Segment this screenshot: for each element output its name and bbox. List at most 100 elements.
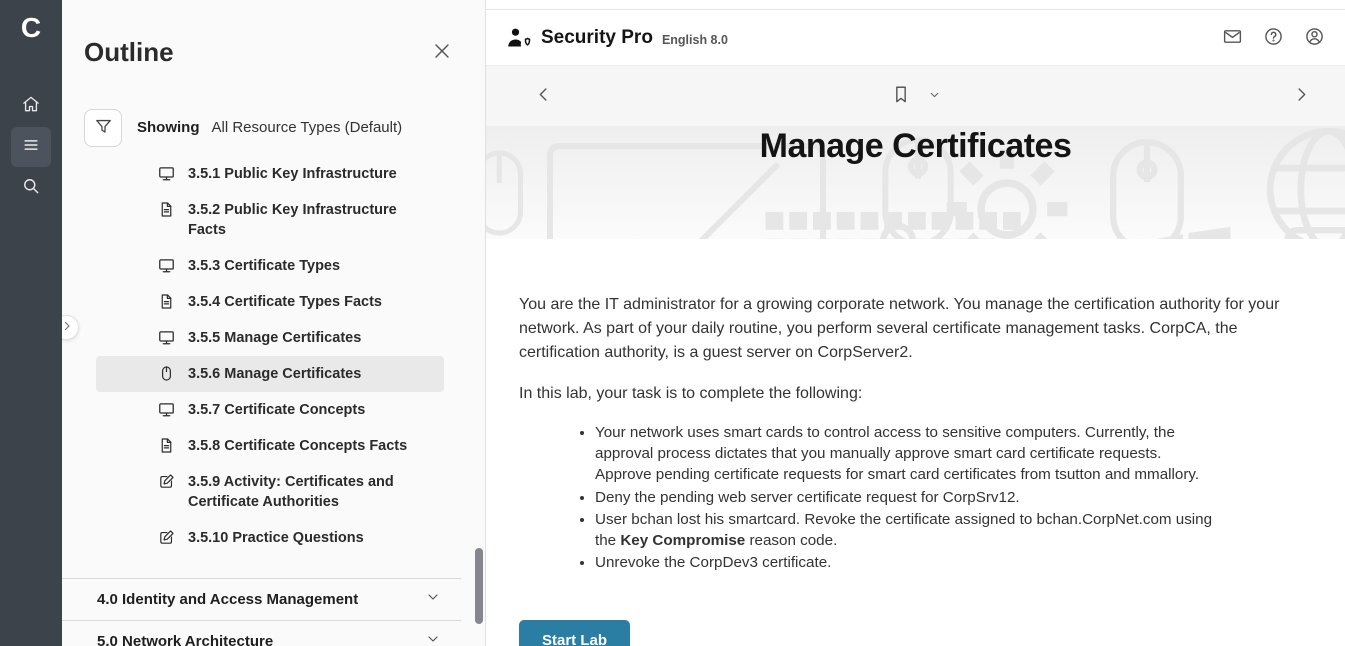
bookmark-menu-button[interactable]: [928, 88, 941, 104]
task-text: reason code.: [745, 532, 837, 549]
task-item: Deny the pending web server certificate …: [595, 487, 1219, 508]
course-header: Security Pro English 8.0: [486, 9, 1345, 66]
outline-item[interactable]: 3.5.3 Certificate Types: [96, 248, 444, 284]
previous-lesson-button[interactable]: [534, 85, 553, 107]
outline-panel: Outline Showing All Resource Types (Defa…: [62, 0, 486, 646]
outline-item[interactable]: 3.5.9 Activity: Certificates and Certifi…: [96, 464, 444, 520]
course-edition: English 8.0: [662, 33, 728, 47]
outline-item[interactable]: 3.5.8 Certificate Concepts Facts: [96, 428, 444, 464]
task-text-bold: Key Compromise: [620, 532, 745, 549]
document-icon: [158, 293, 175, 310]
outline-item-label: 3.5.10 Practice Questions: [188, 528, 364, 548]
outline-item-label: 3.5.4 Certificate Types Facts: [188, 292, 382, 312]
search-button[interactable]: [11, 168, 51, 208]
lesson-toolbar: [486, 66, 1345, 126]
section-row-identity-access[interactable]: 4.0 Identity and Access Management: [62, 578, 461, 620]
task-list: Your network uses smart cards to control…: [519, 422, 1219, 573]
outline-item[interactable]: 3.5.10 Practice Questions: [96, 520, 444, 556]
course-title: Security Pro: [541, 27, 653, 49]
outline-item-label: 3.5.7 Certificate Concepts: [188, 400, 365, 420]
close-icon: [431, 40, 453, 65]
outline-sections: 4.0 Identity and Access Management 5.0 N…: [62, 578, 461, 646]
outline-item[interactable]: 3.5.2 Public Key Infrastructure Facts: [96, 192, 444, 248]
filter-button[interactable]: [84, 109, 122, 147]
task-intro: In this lab, your task is to complete th…: [519, 382, 1301, 406]
scenario-paragraph: You are the IT administrator for a growi…: [519, 293, 1301, 365]
app-root: C Outline Showing All Resource: [0, 0, 1345, 646]
outline-item-label: 3.5.5 Manage Certificates: [188, 328, 361, 348]
section-row-network-architecture[interactable]: 5.0 Network Architecture: [62, 620, 461, 646]
chevron-right-icon: [1292, 85, 1311, 107]
help-icon: [1263, 26, 1284, 50]
activity-edit-icon: [158, 529, 175, 546]
header-icons: [1222, 26, 1325, 50]
document-icon: [158, 437, 175, 454]
filter-row: Showing All Resource Types (Default): [84, 109, 485, 147]
bookmark-icon: [891, 84, 911, 109]
lab-title: Manage Certificates: [486, 126, 1345, 166]
outline-title: Outline: [84, 37, 174, 68]
collapse-outline-button[interactable]: [62, 315, 79, 340]
bookmark-button[interactable]: [891, 84, 911, 109]
outline-menu-button[interactable]: [11, 127, 51, 167]
icon-rail: C: [0, 0, 62, 646]
mail-icon: [1222, 26, 1243, 50]
task-text: Your network uses smart cards to control…: [595, 424, 1175, 462]
rail-nav: [0, 86, 62, 209]
task-text: Approve pending certificate requests for…: [595, 466, 1199, 483]
activity-edit-icon: [158, 473, 175, 490]
lab-mouse-icon: [158, 365, 175, 382]
main-content: Security Pro English 8.0: [486, 0, 1345, 646]
task-text: Deny the pending web server certificate …: [595, 489, 1020, 506]
outline-item[interactable]: 3.5.4 Certificate Types Facts: [96, 284, 444, 320]
top-strip: [486, 0, 1345, 9]
video-icon: [158, 165, 175, 182]
filter-value: All Resource Types (Default): [212, 119, 403, 136]
outline-header: Outline: [62, 0, 485, 86]
section-label: 5.0 Network Architecture: [97, 633, 273, 646]
chevron-down-icon: [928, 88, 941, 104]
task-item: Unrevoke the CorpDev3 certificate.: [595, 552, 1219, 573]
chevron-left-icon: [534, 85, 553, 107]
account-button[interactable]: [1304, 26, 1325, 50]
video-icon: [158, 257, 175, 274]
chevron-right-icon: [62, 320, 73, 335]
task-item: User bchan lost his smartcard. Revoke th…: [595, 509, 1219, 551]
video-icon: [158, 401, 175, 418]
home-icon: [21, 94, 41, 119]
brand-logo: C: [0, 12, 62, 44]
messages-button[interactable]: [1222, 26, 1243, 50]
outline-item[interactable]: 3.5.5 Manage Certificates: [96, 320, 444, 356]
chevron-down-icon: [425, 631, 441, 646]
outline-item-label: 3.5.6 Manage Certificates: [188, 364, 361, 384]
document-icon: [158, 201, 175, 218]
help-button[interactable]: [1263, 26, 1284, 50]
task-item: Your network uses smart cards to control…: [595, 422, 1219, 486]
home-button[interactable]: [11, 86, 51, 126]
lesson-banner: Manage Certificates: [486, 126, 1345, 239]
start-lab-button[interactable]: Start Lab: [519, 620, 630, 646]
camera-watermark-icon: [1282, 224, 1345, 239]
lab-description: You are the IT administrator for a growi…: [486, 293, 1345, 646]
outline-item-selected[interactable]: 3.5.6 Manage Certificates: [96, 356, 444, 392]
outline-item[interactable]: 3.5.1 Public Key Infrastructure: [96, 156, 444, 192]
lock-watermark-icon: [864, 218, 932, 239]
outline-item-label: 3.5.3 Certificate Types: [188, 256, 340, 276]
account-icon: [1304, 26, 1325, 50]
close-outline-button[interactable]: [431, 40, 453, 65]
outline-item-label: 3.5.9 Activity: Certificates and Certifi…: [188, 472, 436, 512]
outline-scrollbar-thumb[interactable]: [475, 548, 483, 624]
bookmark-controls: [891, 84, 941, 109]
outline-list: 3.5.1 Public Key Infrastructure 3.5.2 Pu…: [96, 156, 444, 556]
security-pro-person-shield-icon: [506, 26, 532, 50]
course-brand: Security Pro English 8.0: [506, 26, 728, 50]
search-icon: [21, 176, 41, 201]
funnel-icon: [94, 117, 113, 139]
showing-label: Showing: [137, 119, 200, 136]
outline-item[interactable]: 3.5.7 Certificate Concepts: [96, 392, 444, 428]
video-icon: [158, 329, 175, 346]
outline-item-label: 3.5.2 Public Key Infrastructure Facts: [188, 200, 436, 240]
windows-watermark-icon: [1141, 226, 1236, 239]
hamburger-menu-icon: [21, 135, 41, 160]
next-lesson-button[interactable]: [1292, 85, 1311, 107]
